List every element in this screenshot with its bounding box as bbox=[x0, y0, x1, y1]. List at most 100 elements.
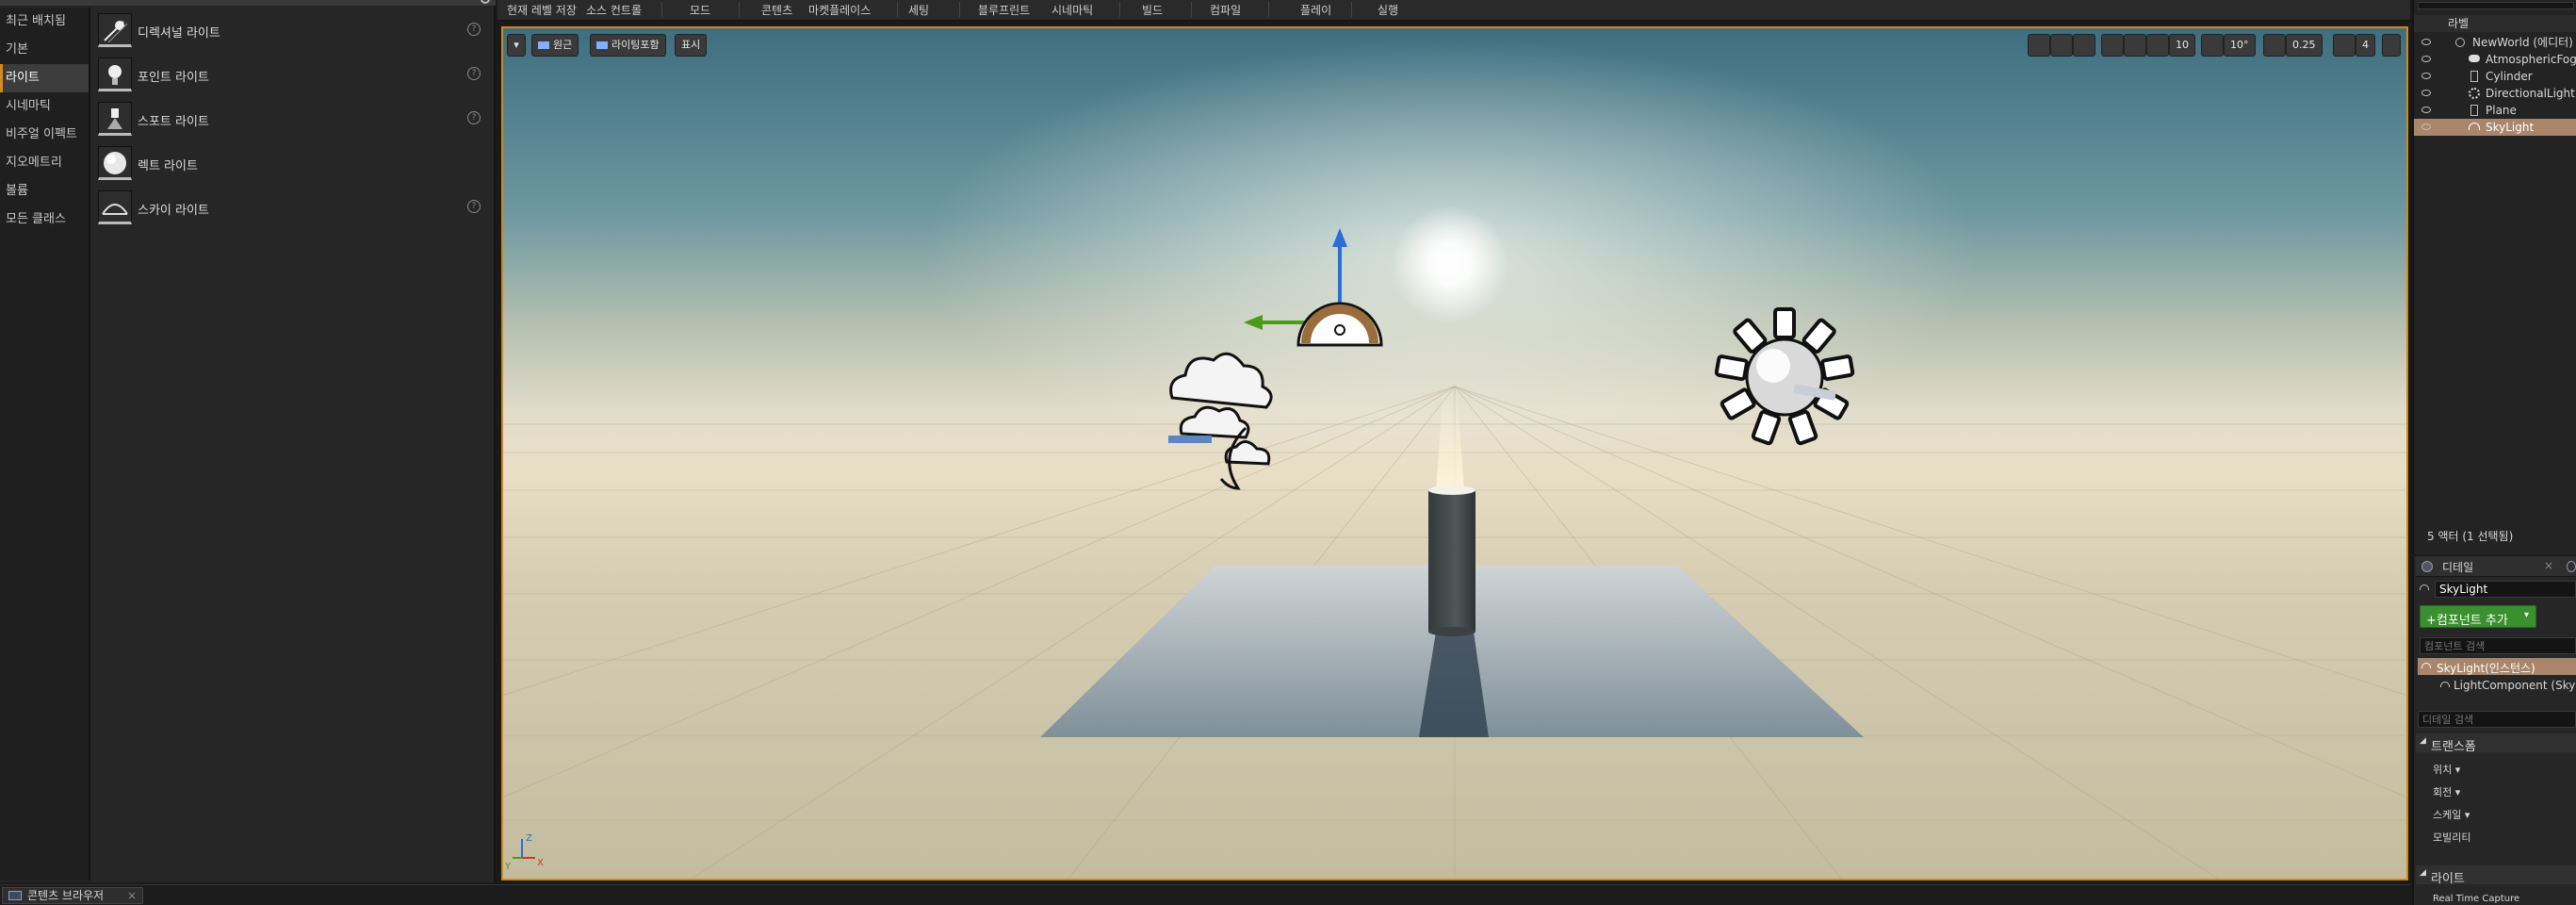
expand-triangle-icon: ◢ bbox=[2420, 736, 2426, 746]
show-button[interactable]: 표시 bbox=[675, 34, 708, 57]
toolbar-compile[interactable]: 컴파일 bbox=[1210, 2, 1241, 18]
details-search-input[interactable] bbox=[2418, 711, 2576, 728]
toolbar-content[interactable]: 콘텐츠 bbox=[761, 2, 792, 18]
outliner-row-atmosphericfog[interactable]: AtmosphericFog bbox=[2414, 51, 2576, 68]
asset-directional-light[interactable]: 디렉셔널 라이트 ? bbox=[94, 8, 492, 52]
lit-mode-button[interactable]: 라이팅포함 bbox=[590, 34, 666, 57]
category-recent[interactable]: 최근 배치됨 bbox=[0, 8, 89, 36]
toolbar-launch[interactable]: 실행 bbox=[1378, 2, 1398, 18]
level-viewport[interactable]: Z X Y ▾ 원근 라이팅포함 표시 10 10° 0.25 4 bbox=[501, 26, 2408, 880]
perspective-button[interactable]: 원근 bbox=[531, 34, 579, 57]
axis-y-label: Y bbox=[504, 862, 512, 872]
outliner-row-cylinder[interactable]: Cylinder bbox=[2414, 68, 2576, 85]
details-lock-icon[interactable] bbox=[2567, 561, 2576, 572]
outliner-row-directionallight[interactable]: DirectionalLight bbox=[2414, 85, 2576, 102]
content-browser-tab[interactable]: 콘텐츠 브라우저 × bbox=[2, 887, 143, 904]
add-component-label: +컴포넌트 추가 bbox=[2426, 614, 2508, 628]
help-icon[interactable]: ? bbox=[467, 23, 481, 36]
visibility-eye-icon[interactable] bbox=[2421, 107, 2431, 113]
visibility-eye-icon[interactable] bbox=[2421, 39, 2431, 45]
details-tab[interactable]: 디테일 × bbox=[2416, 556, 2576, 577]
viewport-options-button[interactable]: ▾ bbox=[507, 34, 526, 57]
asset-label: 렉트 라이트 bbox=[138, 159, 198, 173]
close-icon[interactable]: × bbox=[2544, 559, 2553, 572]
camera-speed-icon[interactable] bbox=[2333, 34, 2356, 57]
transform-location[interactable]: 위치 ▾ bbox=[2433, 762, 2460, 777]
category-all-classes[interactable]: 모든 클래스 bbox=[0, 206, 89, 234]
transform-rotation[interactable]: 회전 ▾ bbox=[2433, 784, 2460, 799]
transform-section-header[interactable]: ◢ 트랜스폼 bbox=[2416, 733, 2576, 754]
toolbar-separator bbox=[1351, 2, 1352, 17]
asset-sky-light[interactable]: 스카이 라이트 ? bbox=[94, 185, 492, 229]
category-cinematic[interactable]: 시네마틱 bbox=[0, 92, 89, 121]
actor-name-value: SkyLight bbox=[2439, 583, 2488, 596]
help-icon[interactable]: ? bbox=[467, 111, 481, 124]
maximize-viewport-icon[interactable] bbox=[2382, 34, 2401, 57]
scale-tool-icon[interactable] bbox=[2073, 34, 2095, 57]
category-visual-effects[interactable]: 비주얼 이펙트 bbox=[0, 121, 89, 149]
camera-speed-value[interactable]: 4 bbox=[2356, 34, 2375, 57]
help-icon[interactable]: ? bbox=[467, 200, 481, 213]
toolbar-blueprints[interactable]: 블루프린트 bbox=[978, 2, 1030, 18]
asset-rect-light[interactable]: 렉트 라이트 bbox=[94, 140, 492, 185]
viewport-scene[interactable]: Z X Y bbox=[503, 28, 2406, 879]
component-row-instance[interactable]: SkyLight(인스턴스) bbox=[2418, 658, 2576, 675]
category-basic[interactable]: 기본 bbox=[0, 36, 89, 64]
actor-name-input[interactable]: SkyLight bbox=[2435, 581, 2576, 598]
grid-snap-icon[interactable] bbox=[2146, 34, 2169, 57]
rotate-snap-icon[interactable] bbox=[2201, 34, 2224, 57]
place-actors-panel: 최근 배치됨 기본 라이트 시네마틱 비주얼 이펙트 지오메트리 볼륨 모든 클… bbox=[0, 0, 496, 882]
scale-snap-icon[interactable] bbox=[2263, 34, 2286, 57]
close-icon[interactable]: × bbox=[127, 888, 137, 903]
visibility-eye-icon[interactable] bbox=[2421, 56, 2431, 62]
add-component-button[interactable]: +컴포넌트 추가 ▾ bbox=[2420, 605, 2536, 628]
toolbar-cinematics[interactable]: 시네마틱 bbox=[1052, 2, 1093, 18]
directional-light-icon bbox=[98, 13, 132, 47]
visibility-eye-icon[interactable] bbox=[2421, 73, 2431, 79]
toolbar-modes[interactable]: 모드 bbox=[690, 2, 710, 18]
visibility-eye-icon[interactable] bbox=[2421, 123, 2431, 130]
transform-row-label: 스케일 bbox=[2433, 809, 2462, 821]
outliner-row-plane[interactable]: Plane bbox=[2414, 102, 2576, 119]
transform-row-label: 위치 bbox=[2433, 764, 2453, 776]
search-icon[interactable] bbox=[481, 0, 490, 4]
visibility-eye-icon[interactable] bbox=[2421, 90, 2431, 96]
axis-indicator: Z X Y bbox=[504, 833, 544, 872]
outliner-row-skylight[interactable]: SkyLight bbox=[2414, 119, 2576, 136]
rotate-tool-icon[interactable] bbox=[2050, 34, 2073, 57]
toolbar-save-current[interactable]: 현재 레벨 저장 bbox=[507, 2, 577, 18]
toolbar-play[interactable]: 플레이 bbox=[1300, 2, 1331, 18]
cylinder-mesh[interactable] bbox=[1428, 490, 1475, 632]
toolbar-build[interactable]: 빌드 bbox=[1142, 2, 1163, 18]
asset-point-light[interactable]: 포인트 라이트 ? bbox=[94, 52, 492, 96]
rotate-snap-value[interactable]: 10° bbox=[2224, 34, 2256, 57]
world-icon bbox=[2455, 38, 2465, 47]
world-space-icon[interactable] bbox=[2101, 34, 2124, 57]
component-row-lightcomponent[interactable]: LightComponent (SkyLig bbox=[2418, 677, 2576, 694]
category-geometry[interactable]: 지오메트리 bbox=[0, 149, 89, 177]
place-search-bar[interactable] bbox=[0, 0, 496, 6]
category-volumes[interactable]: 볼륨 bbox=[0, 177, 89, 206]
outliner-header-label[interactable]: 라벨 bbox=[2414, 15, 2576, 32]
transform-scale[interactable]: 스케일 ▾ bbox=[2433, 807, 2470, 822]
sky-light-icon bbox=[98, 190, 132, 224]
component-row-label: LightComponent (SkyLig bbox=[2454, 679, 2576, 692]
toolbar-source-control[interactable]: 소스 컨트롤 bbox=[586, 2, 642, 18]
actor-icon bbox=[2420, 584, 2429, 590]
outliner-row-newworld[interactable]: NewWorld (에디터) bbox=[2414, 34, 2576, 51]
sun-icon bbox=[2469, 88, 2480, 99]
help-icon[interactable]: ? bbox=[467, 67, 481, 80]
asset-spot-light[interactable]: 스포트 라이트 ? bbox=[94, 96, 492, 140]
outliner-search-input[interactable] bbox=[2418, 2, 2574, 9]
scale-snap-value[interactable]: 0.25 bbox=[2286, 34, 2323, 57]
translate-tool-icon[interactable] bbox=[2028, 34, 2050, 57]
toolbar-marketplace[interactable]: 마켓플레이스 bbox=[808, 2, 871, 18]
surface-snap-icon[interactable] bbox=[2124, 34, 2146, 57]
component-search-input[interactable] bbox=[2420, 637, 2576, 654]
light-section-header[interactable]: ◢ 라이트 bbox=[2416, 865, 2576, 886]
chevron-down-icon: ▾ bbox=[2464, 809, 2470, 821]
category-lights[interactable]: 라이트 bbox=[0, 64, 89, 92]
grid-snap-value[interactable]: 10 bbox=[2169, 34, 2195, 57]
toolbar-settings[interactable]: 세팅 bbox=[908, 2, 929, 18]
details-tab-icon bbox=[2421, 561, 2433, 572]
